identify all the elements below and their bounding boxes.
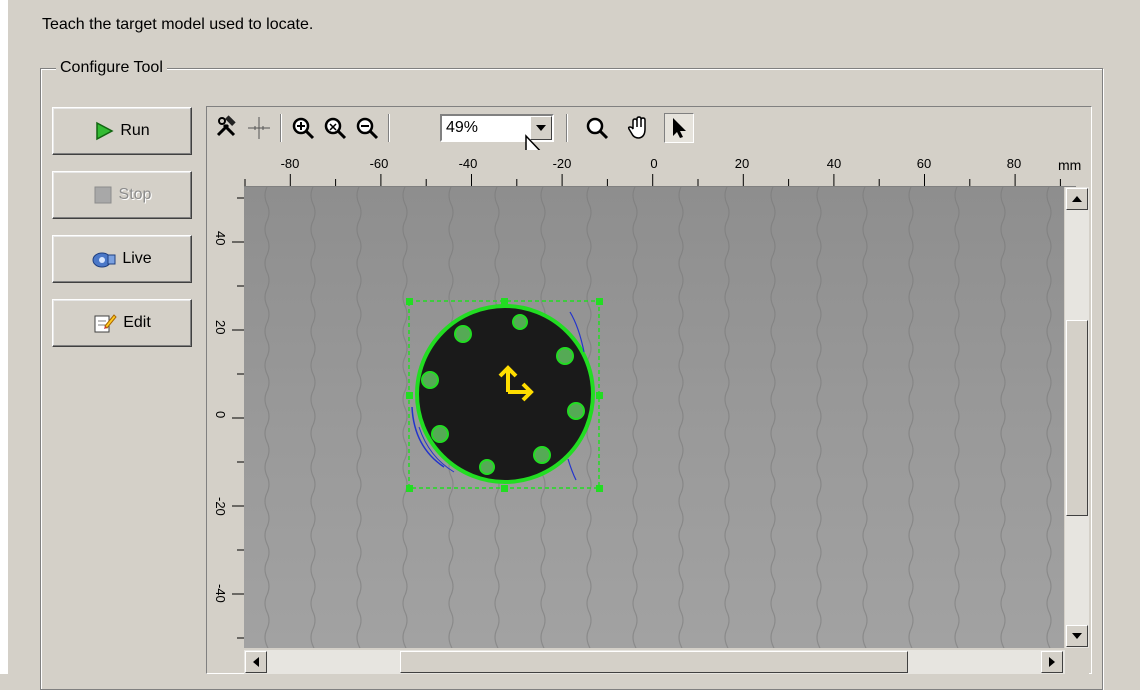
v-tick-label: 0	[213, 411, 228, 419]
stop-button[interactable]: Stop	[52, 171, 192, 219]
edit-pencil-icon	[93, 312, 117, 334]
vertical-scrollbar[interactable]	[1065, 187, 1089, 648]
v-tick-label: -20	[213, 497, 228, 516]
live-button-label: Live	[122, 250, 152, 267]
v-tick-label: 20	[213, 320, 228, 335]
zoom-level-value: 49%	[446, 119, 479, 136]
wrench-hammer-icon[interactable]	[212, 113, 242, 143]
h-tick-label: -80	[280, 156, 300, 171]
h-tick-label: -20	[552, 156, 572, 171]
zoom-in-icon[interactable]	[288, 113, 318, 143]
edit-button-label: Edit	[123, 314, 151, 331]
horizontal-scrollbar[interactable]	[244, 650, 1065, 674]
toolbar-separator	[280, 114, 282, 142]
h-tick-label: -40	[458, 156, 478, 171]
run-button-label: Run	[120, 122, 150, 139]
h-tick-label: 20	[734, 156, 750, 171]
h-tick-label: 0	[650, 156, 658, 171]
h-tick-label: 60	[916, 156, 932, 171]
scrollbar-corner	[1065, 650, 1089, 674]
scroll-up-icon[interactable]	[1066, 188, 1088, 210]
horizontal-ruler: -80 -60 -40 -20 0 20 40 60 80	[244, 150, 1076, 187]
scroll-down-icon[interactable]	[1066, 625, 1088, 647]
crosshair-icon[interactable]	[244, 113, 274, 143]
magnifier-icon[interactable]	[582, 113, 612, 143]
h-tick-label: -60	[369, 156, 389, 171]
pan-hand-icon[interactable]	[624, 113, 654, 143]
configure-tool-label: Configure Tool	[56, 59, 167, 77]
zoom-out-icon[interactable]	[352, 113, 382, 143]
vertical-scroll-thumb[interactable]	[1066, 320, 1088, 516]
camera-icon	[92, 249, 116, 269]
h-tick-label: 80	[1006, 156, 1022, 171]
stop-square-icon	[93, 185, 113, 205]
instruction-text: Teach the target model used to locate.	[42, 16, 314, 33]
ruler-unit-label: mm	[1058, 157, 1082, 173]
zoom-fit-icon[interactable]	[320, 113, 350, 143]
horizontal-scroll-thumb[interactable]	[400, 651, 908, 673]
toolbar-separator	[388, 114, 390, 142]
toolbar-separator	[566, 114, 568, 142]
live-button[interactable]: Live	[52, 235, 192, 283]
stop-button-label: Stop	[118, 186, 152, 203]
scroll-left-icon[interactable]	[245, 651, 267, 673]
ruler-corner	[208, 150, 244, 186]
run-button[interactable]: Run	[52, 107, 192, 155]
v-tick-label: 40	[213, 231, 228, 246]
play-icon	[94, 121, 114, 141]
h-tick-label: 40	[826, 156, 842, 171]
viewer-toolbar: 49%	[208, 108, 1090, 148]
pointer-arrow-icon[interactable]	[664, 113, 694, 143]
scroll-right-icon[interactable]	[1041, 651, 1063, 673]
v-tick-label: -40	[213, 584, 228, 603]
vertical-ruler: 40 20 0 -20 -40	[208, 186, 245, 648]
left-edge-strip	[0, 0, 8, 674]
camera-image-display[interactable]	[244, 187, 1064, 648]
edit-button[interactable]: Edit	[52, 299, 192, 347]
